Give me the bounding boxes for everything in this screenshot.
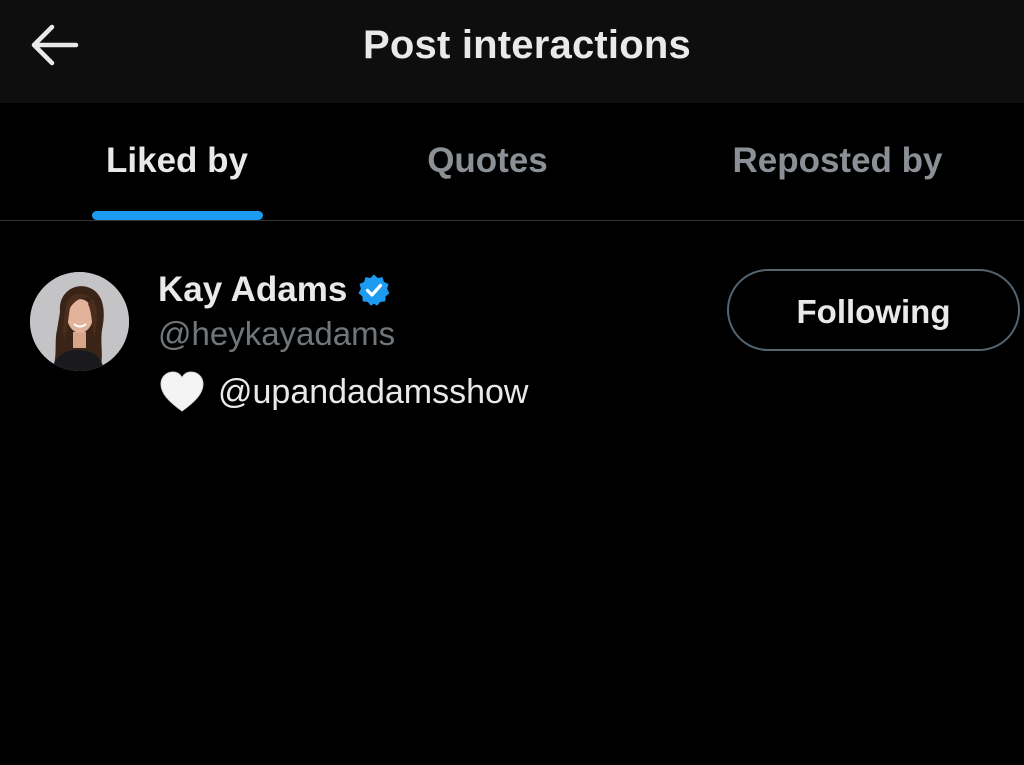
tab-reposted-by-label: Reposted by [732, 141, 943, 180]
verified-badge-icon[interactable] [357, 273, 391, 307]
following-button[interactable]: Following [727, 269, 1020, 351]
list-item[interactable]: Kay Adams @heykayadams @upandadamsshow F… [0, 221, 1024, 431]
tab-liked-by-label: Liked by [106, 141, 248, 180]
tab-reposted-by[interactable]: Reposted by [690, 103, 985, 220]
following-button-label: Following [796, 293, 951, 330]
tab-quotes-label: Quotes [427, 141, 548, 180]
name-line: Kay Adams [158, 268, 391, 312]
display-name[interactable]: Kay Adams [158, 270, 347, 310]
user-handle: @heykayadams [158, 315, 396, 352]
tab-bar: Liked by Quotes Reposted by [0, 103, 1024, 221]
user-bio: @upandadamsshow [158, 369, 528, 415]
tab-liked-by[interactable]: Liked by [60, 103, 294, 220]
page-title: Post interactions [363, 23, 691, 67]
avatar[interactable] [30, 272, 129, 371]
bio-mention-link[interactable]: @upandadamsshow [218, 373, 528, 412]
white-heart-icon [158, 369, 206, 415]
active-tab-indicator [92, 211, 263, 220]
tab-quotes[interactable]: Quotes [380, 103, 595, 220]
top-bar: Post interactions [0, 0, 1024, 103]
